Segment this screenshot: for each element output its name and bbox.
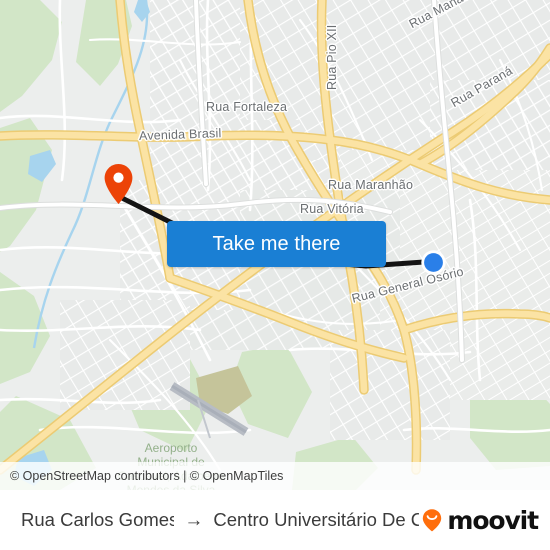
moovit-logo[interactable]: moovit — [419, 507, 550, 533]
moovit-wordmark: moovit — [447, 505, 539, 535]
map-canvas[interactable]: Rua Manaus Rua Paraná Rua Pio XII Rua Fo… — [0, 0, 550, 490]
moovit-route-map-screenshot: Rua Manaus Rua Paraná Rua Pio XII Rua Fo… — [0, 0, 550, 550]
route-summary: Rua Carlos Gomes, ... → Centro Universit… — [0, 509, 419, 531]
arrow-right-icon: → — [184, 509, 204, 531]
take-me-there-button[interactable]: Take me there — [167, 221, 386, 267]
map-attribution: © OpenStreetMap contributors | © OpenMap… — [0, 462, 550, 490]
moovit-pin-icon — [423, 509, 442, 532]
route-origin-label: Rua Carlos Gomes, ... — [21, 509, 175, 530]
origin-map-pin-icon[interactable] — [103, 163, 134, 205]
footer-bar: Rua Carlos Gomes, ... → Centro Universit… — [0, 490, 550, 550]
route-destination-label: Centro Universitário De Cas... — [213, 509, 420, 530]
destination-location-dot-icon[interactable] — [420, 249, 447, 276]
